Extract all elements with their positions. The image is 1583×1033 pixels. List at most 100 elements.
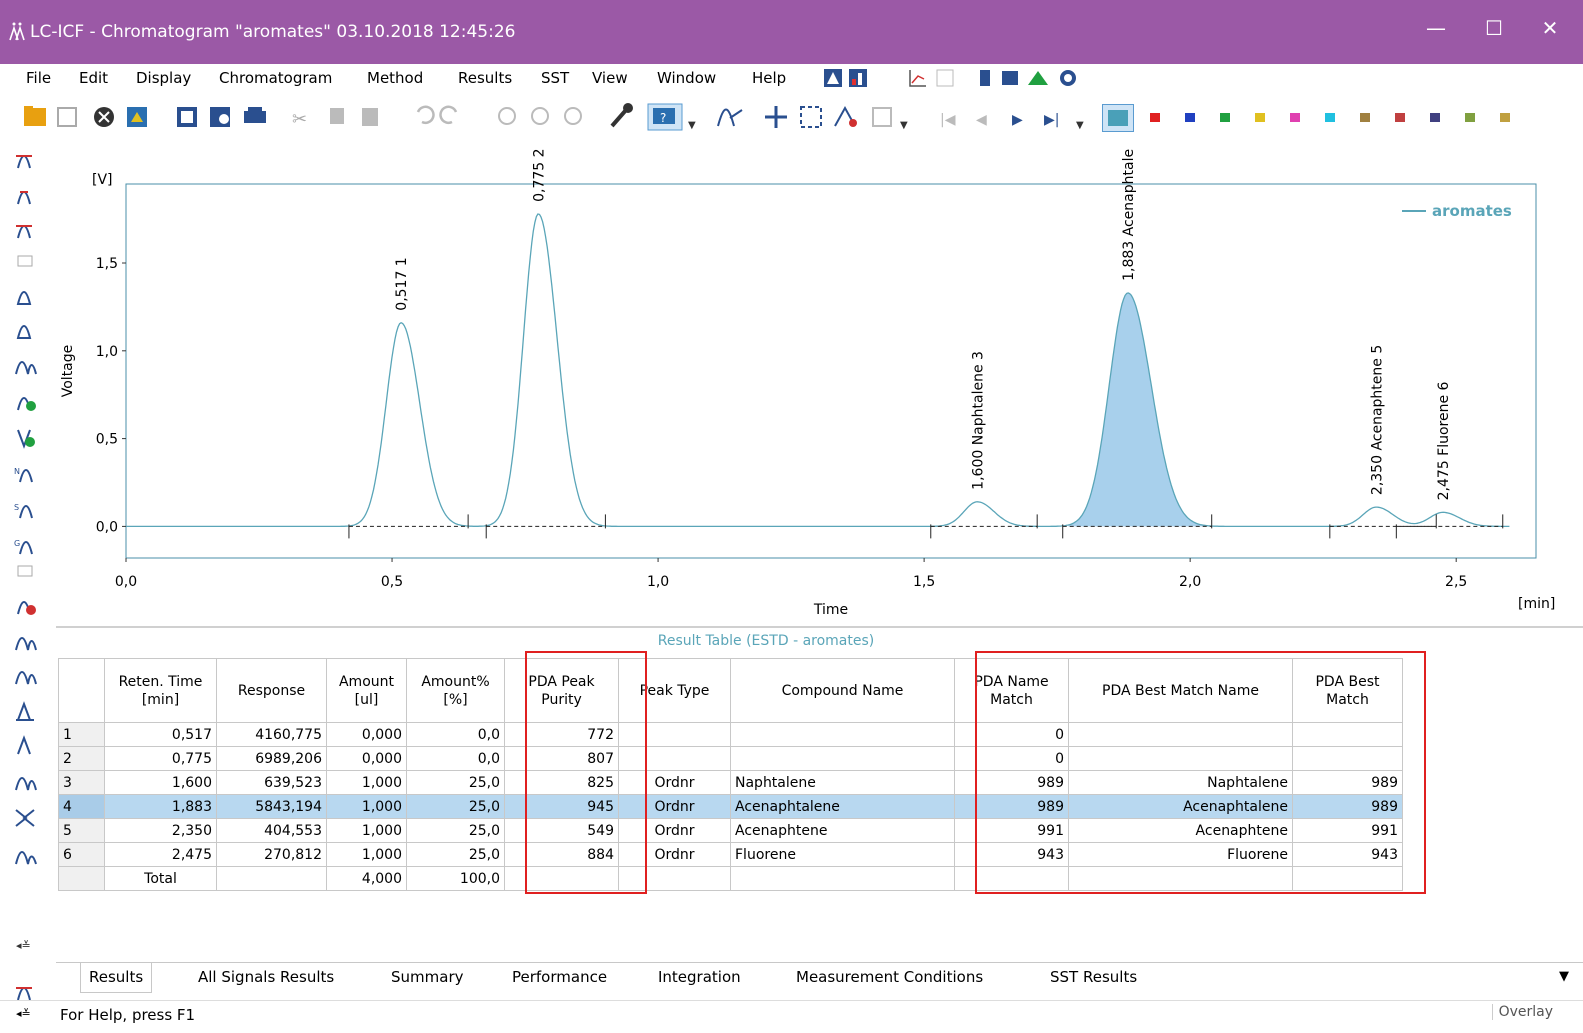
column-header[interactable]: Amount% [%] — [406, 658, 505, 723]
integrate-peak-icon[interactable] — [17, 191, 31, 205]
tab-integration[interactable]: Integration — [650, 963, 749, 993]
table-cell: 0,775 — [104, 746, 217, 771]
column-header[interactable]: PDA Peak Purity — [504, 658, 619, 723]
wrench-icon[interactable] — [610, 103, 633, 128]
color-swatch-4[interactable] — [1255, 113, 1265, 122]
export-icon[interactable] — [127, 107, 147, 127]
tabs-scroll-icon[interactable]: ▼ — [1559, 969, 1569, 984]
menu-results[interactable]: Results — [458, 69, 512, 87]
next-icon[interactable]: ▶ — [1012, 112, 1023, 128]
delete-peak-icon[interactable] — [17, 601, 36, 615]
maximize-button[interactable]: ☐ — [1474, 16, 1514, 40]
collapse-top-icon[interactable] — [17, 255, 33, 267]
integrate-all-bottom-icon[interactable] — [16, 987, 32, 1001]
minimize-button[interactable]: — — [1416, 16, 1456, 40]
peak-end-icon[interactable] — [16, 325, 32, 339]
column-header[interactable] — [58, 658, 105, 723]
cancel-icon[interactable] — [94, 107, 114, 127]
table-row[interactable]: 4 1,883 5843,194 1,000 25,0 945 Ordnr Acenaphta… — [58, 794, 1403, 819]
menu-window[interactable]: Window — [657, 69, 716, 87]
status-toggle-icon[interactable]: ◂≚ — [16, 1007, 31, 1020]
peak-start-icon[interactable] — [16, 291, 32, 305]
column-header[interactable]: PDA Name Match — [954, 658, 1069, 723]
color-swatch-1[interactable] — [1150, 113, 1160, 122]
tab-performance[interactable]: Performance — [504, 963, 615, 993]
close-button[interactable]: ✕ — [1530, 16, 1570, 40]
shoulder-icon[interactable] — [15, 809, 35, 827]
table-total-row[interactable]: Total 4,000 100,0 — [58, 866, 1403, 891]
together-peak-icon[interactable] — [15, 671, 37, 685]
peak-tool-icon[interactable] — [717, 108, 743, 127]
svg-text:|◀: |◀ — [940, 112, 956, 128]
tab-measurement-conditions[interactable]: Measurement Conditions — [788, 963, 991, 993]
last-icon[interactable]: ▶| ▼ — [1044, 112, 1084, 131]
add-peak-icon[interactable] — [17, 397, 36, 411]
detect-peak-icon[interactable] — [15, 851, 37, 865]
table-cell: Fluorene — [1068, 842, 1293, 867]
valley-to-valley-icon[interactable] — [15, 777, 37, 791]
color-swatch-9[interactable] — [1430, 113, 1440, 122]
print-icon[interactable] — [244, 107, 266, 123]
preview-icon[interactable] — [210, 107, 230, 127]
menu-view[interactable]: View — [592, 69, 628, 87]
merge-peaks-icon[interactable] — [15, 637, 37, 651]
svg-text:▶: ▶ — [1012, 112, 1023, 128]
table-cell: Ordnr — [618, 842, 731, 867]
menu-sst[interactable]: SST — [541, 69, 569, 87]
table-row[interactable]: 6 2,475 270,812 1,000 25,0 884 Ordnr Fluorene 94… — [58, 842, 1403, 867]
integrate-all-icon[interactable] — [16, 155, 32, 169]
color-swatch-8[interactable] — [1395, 113, 1405, 122]
solvent-peak-icon[interactable]: S — [14, 503, 33, 519]
table-row[interactable]: 1 0,517 4160,775 0,000 0,0 772 0 — [58, 722, 1403, 747]
collapse-middle-icon[interactable] — [17, 565, 33, 577]
column-header[interactable]: Amount [ul] — [326, 658, 407, 723]
color-swatch-3[interactable] — [1220, 113, 1230, 122]
pane-splitter[interactable] — [56, 626, 1583, 628]
tab-all-signals-results[interactable]: All Signals Results — [190, 963, 342, 993]
open-folder-icon[interactable] — [24, 106, 46, 126]
color-swatch-6[interactable] — [1325, 113, 1335, 122]
tab-sst-results[interactable]: SST Results — [1042, 963, 1145, 993]
column-header[interactable]: Peak Type — [618, 658, 731, 723]
baseline-icon[interactable] — [16, 225, 32, 239]
tab-results[interactable]: Results — [80, 963, 153, 993]
move-icon[interactable] — [765, 106, 787, 128]
menu-edit[interactable]: Edit — [79, 69, 108, 87]
result-table[interactable]: Reten. Time [min] Response Amount [ul] Amount… — [58, 658, 1403, 891]
color-mode-button[interactable] — [1102, 104, 1134, 132]
table-row[interactable]: 5 2,350 404,553 1,000 25,0 549 Ordnr Acenaphten… — [58, 818, 1403, 843]
menu-method[interactable]: Method — [367, 69, 423, 87]
vial-icon[interactable] — [980, 70, 990, 86]
table-row[interactable]: 3 1,600 639,523 1,000 25,0 825 Ordnr Naphtalene… — [58, 770, 1403, 795]
menu-help[interactable]: Help — [752, 69, 786, 87]
tab-summary[interactable]: Summary — [383, 963, 472, 993]
column-header[interactable]: Reten. Time [min] — [104, 658, 217, 723]
chromatogram-chart[interactable]: 0,0 0,5 1,0 1,5 0,0 0,5 1,0 1,5 2,0 2,5 [V] [min] Ti… — [56, 148, 1578, 624]
color-swatch-5[interactable] — [1290, 113, 1300, 122]
menu-chromatogram[interactable]: Chromatogram — [219, 69, 332, 87]
mountain-icon[interactable] — [1028, 71, 1048, 85]
color-swatch-10[interactable] — [1465, 113, 1475, 122]
menu-display[interactable]: Display — [136, 69, 191, 87]
report-icon[interactable] — [177, 107, 197, 127]
color-swatch-2[interactable] — [1185, 113, 1195, 122]
color-swatch-7[interactable] — [1360, 113, 1370, 122]
integration-icon[interactable] — [834, 105, 857, 127]
split-peak-icon[interactable] — [15, 361, 37, 375]
menu-file[interactable]: File — [26, 69, 51, 87]
instrument-icon[interactable] — [1002, 71, 1018, 85]
table-row[interactable]: 2 0,775 6989,206 0,000 0,0 807 0 — [58, 746, 1403, 771]
expand-toggle-icon[interactable]: ◂≚ — [16, 939, 31, 952]
tangent-peak-icon[interactable]: G — [14, 539, 33, 555]
column-header[interactable]: Compound Name — [730, 658, 955, 723]
color-swatch-11[interactable] — [1500, 113, 1510, 122]
column-header[interactable]: PDA Best Match Name — [1068, 658, 1293, 723]
front-tangent-icon[interactable] — [16, 701, 34, 721]
valley-icon[interactable] — [17, 429, 35, 449]
fit-icon[interactable] — [800, 106, 822, 128]
column-header[interactable]: Response — [216, 658, 327, 723]
column-header[interactable]: PDA Best Match — [1292, 658, 1403, 723]
tail-tangent-icon[interactable] — [17, 735, 31, 755]
help-tool-icon[interactable]: ?▼ — [647, 103, 696, 131]
negative-peak-icon[interactable]: N — [14, 467, 33, 483]
